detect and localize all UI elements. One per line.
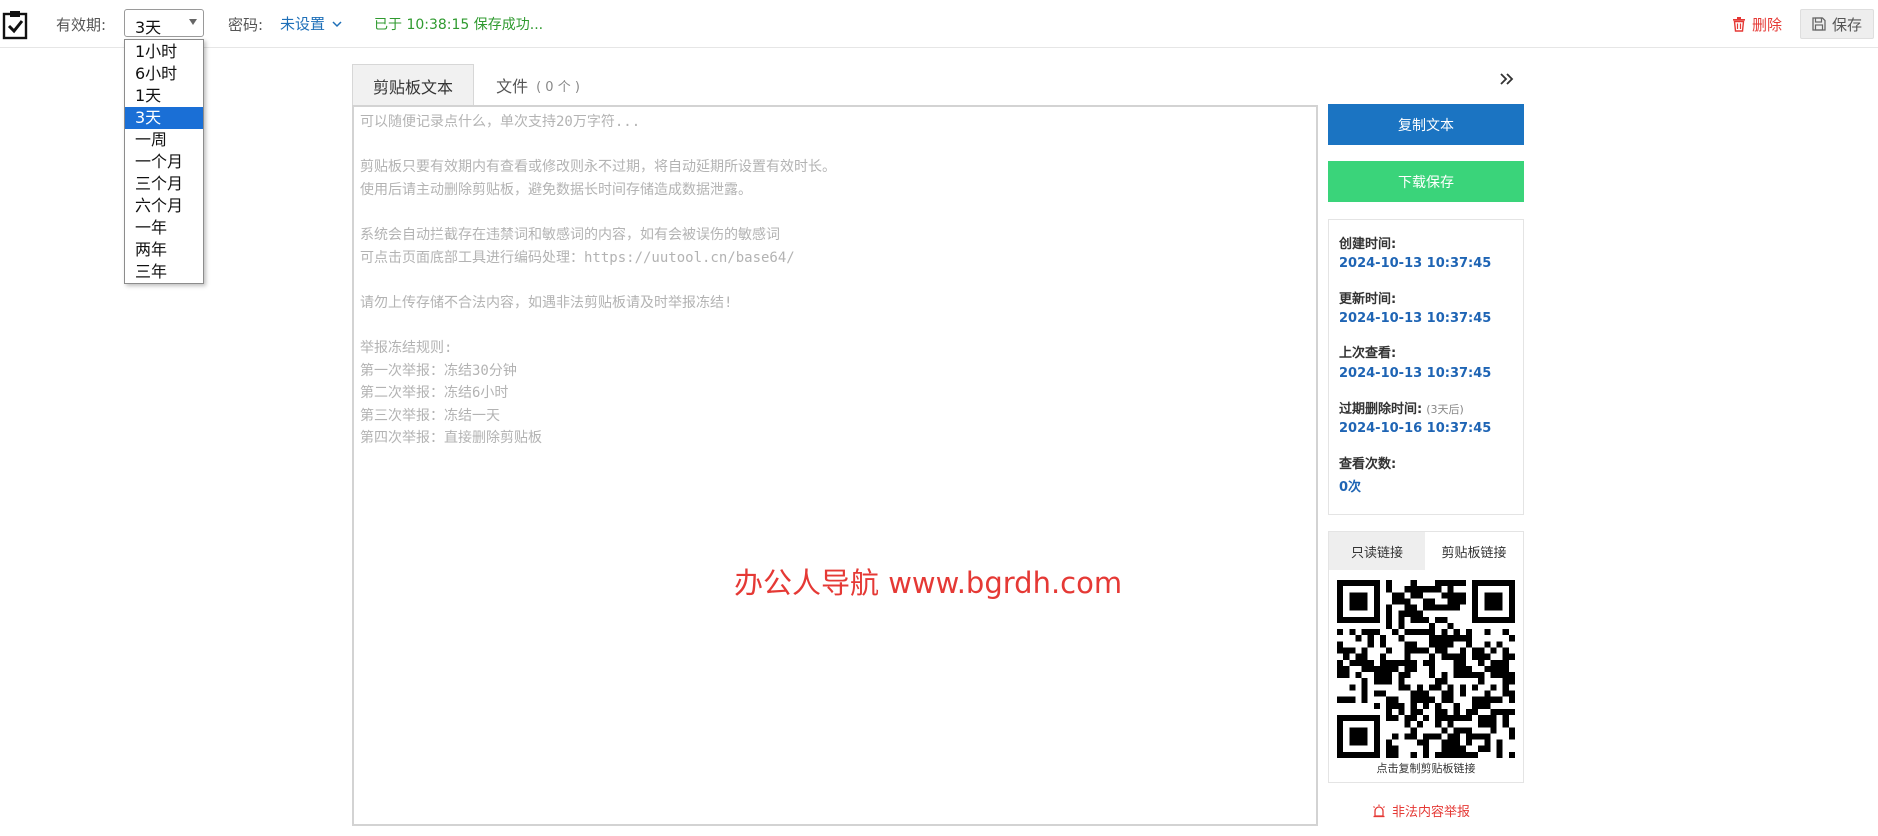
report-label: 非法内容举报 — [1392, 805, 1471, 820]
expire-delete-value: 2024-10-16 10:37:45 — [1339, 421, 1492, 436]
watermark-text: 办公人导航 www.bgrdh.com — [734, 566, 1123, 600]
expiry-dropdown-list: 1小时 6小时 1天 3天 一周 一个月 三个月 六个月 一年 两年 三年 — [124, 39, 204, 284]
chevron-down-icon — [332, 20, 342, 27]
alarm-icon — [1373, 804, 1385, 817]
tab-clipboard-text[interactable]: 剪贴板文本 — [352, 64, 474, 106]
updated-time-value: 2024-10-13 10:37:45 — [1339, 311, 1492, 326]
created-time-label: 创建时间: — [1339, 237, 1397, 252]
expiry-option[interactable]: 1天 — [125, 85, 203, 107]
placeholder-line: 剪贴板只要有效期内有查看或修改则永不过期，将自动延期所设置有效时长。 — [360, 159, 836, 176]
last-viewed-value: 2024-10-13 10:37:45 — [1339, 366, 1492, 381]
expiry-option[interactable]: 1小时 — [125, 41, 203, 63]
expiry-label: 有效期: — [56, 16, 107, 34]
clipboard-check-icon[interactable] — [2, 10, 28, 40]
expiry-option[interactable]: 一个月 — [125, 151, 203, 173]
tab-clipboard-link[interactable]: 剪贴板链接 — [1426, 532, 1522, 570]
report-illegal-content-link[interactable]: 非法内容举报 — [1372, 801, 1470, 820]
last-viewed-label: 上次查看: — [1339, 346, 1397, 361]
expiry-option[interactable]: 六个月 — [125, 195, 203, 217]
password-setting[interactable]: 未设置 — [280, 13, 343, 34]
placeholder-line: 可点击页面底部工具进行编码处理：https://uutool.cn/base64… — [360, 249, 795, 266]
tab-readonly-link[interactable]: 只读链接 — [1329, 532, 1425, 570]
tab-files-count: ( 0 个 ) — [536, 79, 580, 95]
placeholder-line: 使用后请主动删除剪贴板，避免数据长时间存储造成数据泄露。 — [360, 181, 752, 198]
floppy-disk-icon — [1812, 17, 1826, 31]
view-count-label: 查看次数: — [1339, 457, 1397, 472]
expiry-option[interactable]: 3天 — [125, 107, 203, 129]
dropdown-caret-icon — [189, 19, 197, 25]
placeholder-line: 可以随便记录点什么，单次支持20万字符... — [360, 114, 641, 130]
tab-files-label: 文件 — [496, 77, 529, 96]
qr-code-image[interactable] — [1337, 580, 1515, 758]
info-panel: 创建时间: 2024-10-13 10:37:45 更新时间: 2024-10-… — [1328, 219, 1524, 515]
expiry-option[interactable]: 一周 — [125, 129, 203, 151]
expiry-select[interactable]: 3天 — [124, 9, 204, 37]
placeholder-line: 系统会自动拦截存在违禁词和敏感词的内容，如有会被误伤的敏感词 — [360, 227, 780, 243]
expire-delete-label-text: 过期删除时间: — [1339, 402, 1423, 417]
copy-text-button[interactable]: 复制文本 — [1328, 104, 1524, 145]
save-button[interactable]: 保存 — [1800, 9, 1874, 39]
download-save-button[interactable]: 下载保存 — [1328, 161, 1524, 202]
created-time-value: 2024-10-13 10:37:45 — [1339, 256, 1492, 271]
expiry-option[interactable]: 三个月 — [125, 173, 203, 195]
password-label: 密码: — [228, 16, 264, 34]
tab-files[interactable]: 文件 ( 0 个 ) — [478, 64, 598, 106]
double-chevron-right-icon[interactable] — [1498, 70, 1516, 88]
expiry-option[interactable]: 三年 — [125, 261, 203, 283]
password-value: 未设置 — [280, 15, 326, 33]
delete-label: 删除 — [1752, 15, 1783, 34]
expire-delete-note: (3天后) — [1426, 403, 1464, 416]
top-bar: 有效期: 3天 密码: 未设置 已于 10:38:15 保存成功... 删除 保… — [0, 0, 1878, 48]
qr-panel: 只读链接 剪贴板链接 点击复制剪贴板链接 — [1328, 531, 1524, 783]
placeholder-line: 举报冻结规则: — [360, 340, 453, 356]
trash-icon — [1733, 16, 1745, 32]
expiry-selected-value: 3天 — [135, 18, 162, 37]
updated-time-label: 更新时间: — [1339, 292, 1397, 307]
view-count-value: 0次 — [1339, 480, 1362, 495]
save-status-text: 已于 10:38:15 保存成功... — [374, 17, 544, 33]
expiry-option[interactable]: 一年 — [125, 217, 203, 239]
delete-button[interactable]: 删除 — [1732, 10, 1782, 38]
clipboard-text-area[interactable]: 可以随便记录点什么，单次支持20万字符... 剪贴板只要有效期内有查看或修改则永不… — [352, 105, 1318, 826]
save-label: 保存 — [1831, 15, 1862, 34]
expiry-option[interactable]: 两年 — [125, 239, 203, 261]
expire-delete-label: 过期删除时间: (3天后) — [1339, 398, 1464, 417]
placeholder-line: 第二次举报：冻结6小时 — [360, 385, 509, 402]
placeholder-line: 请勿上传存储不合法内容，如遇非法剪贴板请及时举报冻结! — [360, 294, 733, 311]
expiry-option[interactable]: 6小时 — [125, 63, 203, 85]
placeholder-line: 第一次举报：冻结30分钟 — [360, 362, 517, 379]
tab-clipboard-text-label: 剪贴板文本 — [372, 77, 453, 97]
placeholder-line: 第四次举报：直接删除剪贴板 — [360, 430, 542, 447]
qr-caption: 点击复制剪贴板链接 — [1376, 762, 1476, 775]
placeholder-line: 第三次举报：冻结一天 — [360, 407, 500, 424]
